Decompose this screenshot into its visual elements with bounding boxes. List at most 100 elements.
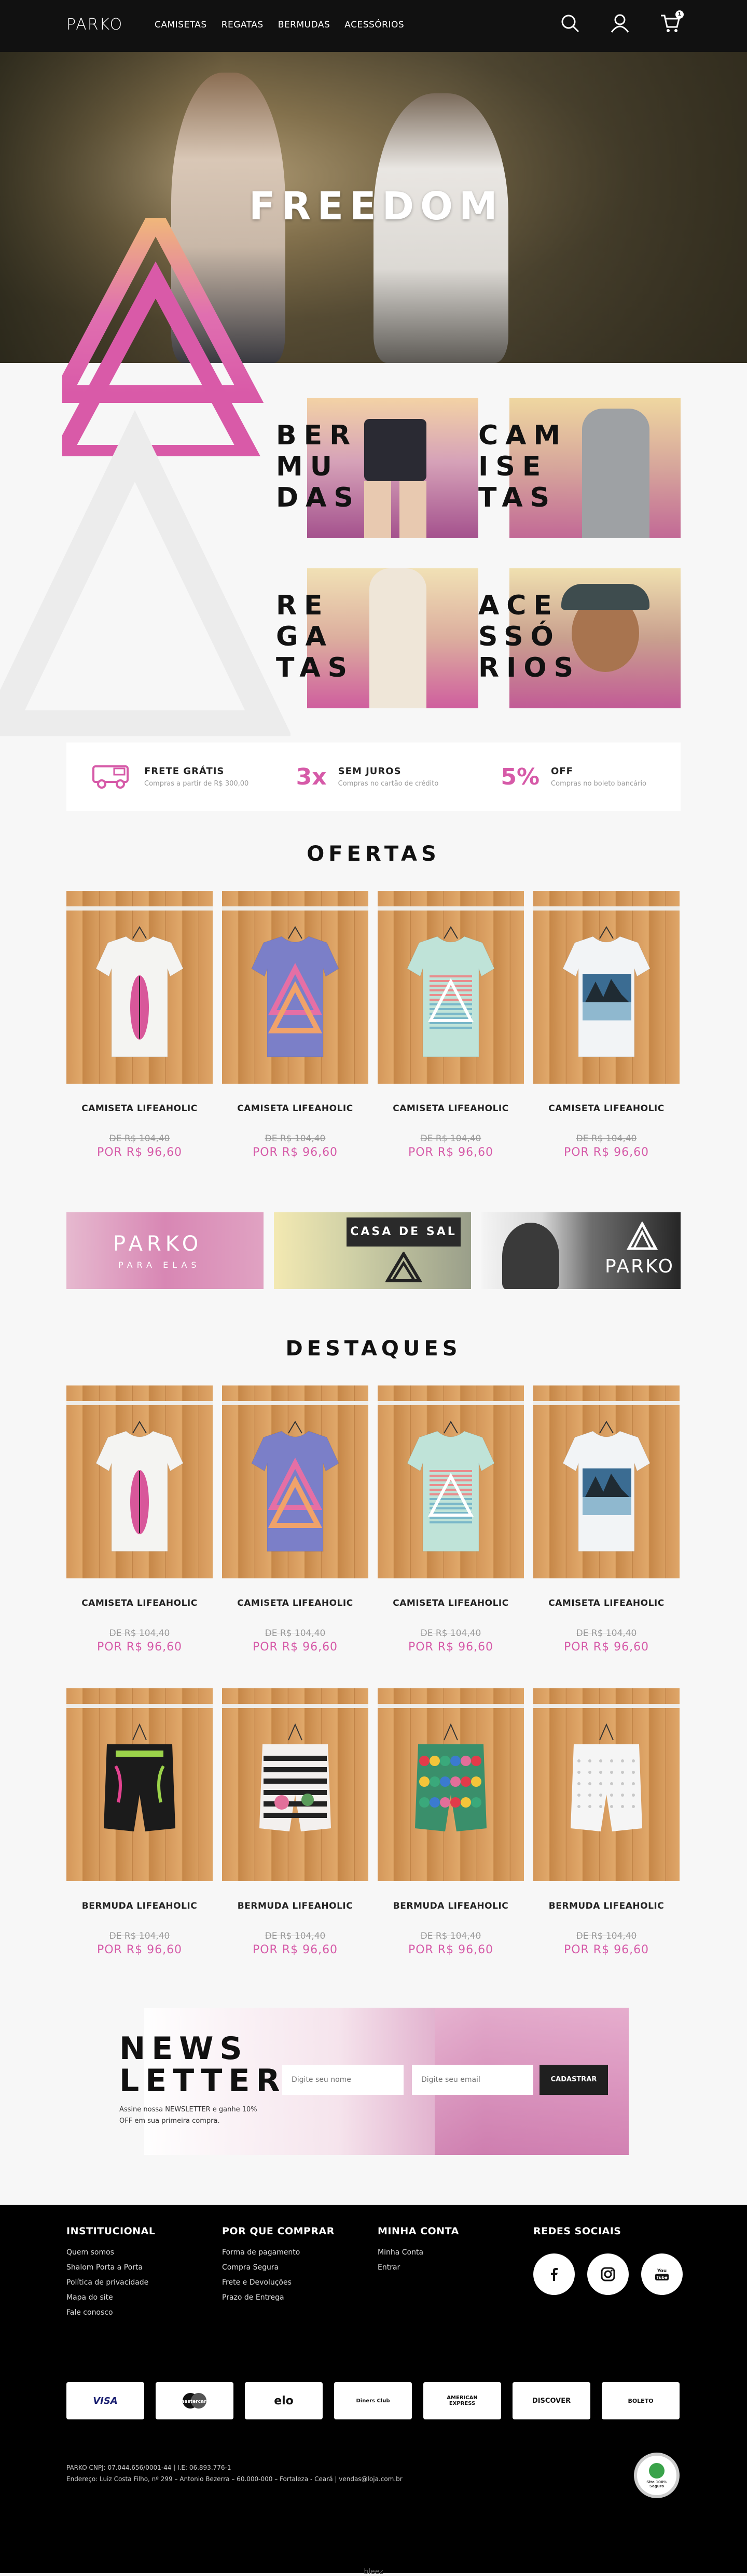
- product-image[interactable]: [533, 1688, 680, 1881]
- product-name[interactable]: CAMISETA LIFEAHOLIC: [533, 1103, 680, 1114]
- newsletter-submit-button[interactable]: CADASTRAR: [540, 2065, 608, 2095]
- product-price: POR R$ 96,60: [408, 1146, 494, 1159]
- category-bermudas[interactable]: BER MU DAS: [276, 398, 478, 538]
- footer-link[interactable]: Entrar: [378, 2263, 459, 2272]
- banner-title: PARKO: [605, 1256, 675, 1277]
- product-card[interactable]: CAMISETA LIFEAHOLIC DE R$ 104,40 POR R$ 96…: [378, 1385, 524, 1654]
- product-image[interactable]: [533, 1385, 680, 1578]
- product-card[interactable]: BERMUDA LIFEAHOLIC DE R$ 104,40 POR R$ 96,…: [222, 1688, 368, 1956]
- product-name[interactable]: CAMISETA LIFEAHOLIC: [378, 1598, 524, 1608]
- product-name[interactable]: CAMISETA LIFEAHOLIC: [222, 1598, 368, 1608]
- product-name[interactable]: BERMUDA LIFEAHOLIC: [533, 1901, 680, 1911]
- product-image[interactable]: [66, 1385, 213, 1578]
- product-old-price: DE R$ 104,40: [109, 1628, 170, 1639]
- newsletter-text: Assine nossa NEWSLETTER e ganhe 10% OFF …: [119, 2106, 257, 2125]
- product-price: POR R$ 96,60: [563, 1146, 649, 1159]
- nav-item-acessorios[interactable]: ACESSÓRIOS: [344, 20, 404, 30]
- category-label: CAM ISE TAS: [478, 420, 568, 513]
- mastercard-icon: mastercard: [156, 2382, 233, 2419]
- product-image[interactable]: [66, 1688, 213, 1881]
- product-price: POR R$ 96,60: [96, 1943, 183, 1956]
- product-name[interactable]: BERMUDA LIFEAHOLIC: [222, 1901, 368, 1911]
- product-old-price: DE R$ 104,40: [576, 1133, 637, 1144]
- logo[interactable]: PARKO: [66, 16, 123, 34]
- product-image[interactable]: [66, 891, 213, 1084]
- product-image[interactable]: [378, 1385, 524, 1578]
- benefits-bar: FRETE GRÁTIS Compras a partir de R$ 300,0…: [66, 743, 681, 811]
- product-old-price: DE R$ 104,40: [420, 1931, 481, 1941]
- product-image[interactable]: [222, 1385, 368, 1578]
- developer-credit[interactable]: bleez: [0, 2568, 747, 2576]
- nav-item-camisetas[interactable]: CAMISETAS: [155, 20, 207, 30]
- product-card[interactable]: CAMISETA LIFEAHOLIC DE R$ 104,40 POR R$ 96…: [378, 891, 524, 1159]
- triangle-logo-icon: [627, 1222, 658, 1250]
- product-price: POR R$ 96,60: [408, 1943, 494, 1956]
- banner-person: [502, 1223, 559, 1289]
- product-image[interactable]: [222, 1688, 368, 1881]
- background-triangle-watermark: [0, 410, 290, 736]
- footer-col-minha-conta: MINHA CONTA Minha Conta Entrar: [378, 2225, 459, 2278]
- product-image[interactable]: [378, 1688, 524, 1881]
- product-image[interactable]: [533, 891, 680, 1084]
- footer-col-title: INSTITUCIONAL: [66, 2225, 156, 2237]
- product-image[interactable]: [222, 891, 368, 1084]
- footer-link[interactable]: Mapa do site: [66, 2293, 155, 2302]
- footer-col-title: MINHA CONTA: [378, 2225, 459, 2237]
- footer-link[interactable]: Compra Segura: [222, 2263, 335, 2272]
- product-card[interactable]: CAMISETA LIFEAHOLIC DE R$ 104,40 POR R$ 96…: [222, 1385, 368, 1654]
- boleto-icon: BOLETO: [602, 2382, 680, 2419]
- product-old-price: DE R$ 104,40: [265, 1133, 326, 1144]
- footer-col-title: REDES SOCIAIS: [533, 2225, 621, 2237]
- footer-link[interactable]: Frete e Devoluções: [222, 2278, 335, 2287]
- product-card[interactable]: CAMISETA LIFEAHOLIC DE R$ 104,40 POR R$ 96…: [533, 891, 680, 1159]
- footer-link[interactable]: Minha Conta: [378, 2248, 459, 2257]
- banner-parko-brand[interactable]: PARKO: [481, 1212, 681, 1289]
- category-regatas[interactable]: RE GA TAS: [276, 568, 478, 708]
- user-icon[interactable]: [610, 13, 630, 33]
- category-camisetas[interactable]: CAM ISE TAS: [478, 398, 681, 538]
- youtube-icon[interactable]: You Tube: [641, 2253, 683, 2295]
- instagram-icon[interactable]: [587, 2253, 629, 2295]
- product-card[interactable]: CAMISETA LIFEAHOLIC DE R$ 104,40 POR R$ 96…: [533, 1385, 680, 1654]
- benefit-installments: 3x SEM JUROS Compras no cartão de crédito: [271, 764, 476, 790]
- nav-item-bermudas[interactable]: BERMUDAS: [278, 20, 330, 30]
- product-image[interactable]: [378, 891, 524, 1084]
- cart-icon[interactable]: 1: [660, 10, 684, 33]
- product-card[interactable]: CAMISETA LIFEAHOLIC DE R$ 104,40 POR R$ 96…: [66, 1385, 213, 1654]
- product-old-price: DE R$ 104,40: [576, 1628, 637, 1639]
- product-card[interactable]: BERMUDA LIFEAHOLIC DE R$ 104,40 POR R$ 96,…: [66, 1688, 213, 1956]
- newsletter-title: NEWS LETTER: [119, 2031, 286, 2099]
- truck-icon: [91, 761, 133, 792]
- product-name[interactable]: BERMUDA LIFEAHOLIC: [66, 1901, 213, 1911]
- footer-link[interactable]: Política de privacidade: [66, 2278, 155, 2287]
- product-name[interactable]: CAMISETA LIFEAHOLIC: [66, 1103, 213, 1114]
- footer-link[interactable]: Quem somos: [66, 2248, 155, 2257]
- product-card[interactable]: CAMISETA LIFEAHOLIC DE R$ 104,40 POR R$ 96…: [66, 891, 213, 1159]
- banner-casa-de-sal[interactable]: CASA DE SAL: [274, 1212, 471, 1289]
- secure-site-seal-icon[interactable]: Site 100% Seguro: [634, 2453, 680, 2498]
- footer-link[interactable]: Forma de pagamento: [222, 2248, 335, 2257]
- search-icon[interactable]: [560, 13, 580, 33]
- product-name[interactable]: CAMISETA LIFEAHOLIC: [66, 1598, 213, 1608]
- product-name[interactable]: CAMISETA LIFEAHOLIC: [222, 1103, 368, 1114]
- product-old-price: DE R$ 104,40: [420, 1628, 481, 1639]
- category-acessorios[interactable]: ACE SSÓ RIOS: [478, 568, 681, 708]
- footer-link[interactable]: Shalom Porta a Porta: [66, 2263, 155, 2272]
- footer-link[interactable]: Prazo de Entrega: [222, 2293, 335, 2302]
- newsletter-name-input[interactable]: [282, 2065, 404, 2095]
- elo-icon: elo: [245, 2382, 323, 2419]
- product-card[interactable]: BERMUDA LIFEAHOLIC DE R$ 104,40 POR R$ 96,…: [378, 1688, 524, 1956]
- product-name[interactable]: CAMISETA LIFEAHOLIC: [378, 1103, 524, 1114]
- product-name[interactable]: CAMISETA LIFEAHOLIC: [533, 1598, 680, 1608]
- product-old-price: DE R$ 104,40: [576, 1931, 637, 1941]
- facebook-icon[interactable]: [533, 2253, 575, 2295]
- product-card[interactable]: CAMISETA LIFEAHOLIC DE R$ 104,40 POR R$ 96…: [222, 891, 368, 1159]
- product-name[interactable]: BERMUDA LIFEAHOLIC: [378, 1901, 524, 1911]
- section-title-destaques: DESTAQUES: [285, 1337, 462, 1361]
- newsletter-email-input[interactable]: [412, 2065, 533, 2095]
- product-card[interactable]: BERMUDA LIFEAHOLIC DE R$ 104,40 POR R$ 96,…: [533, 1688, 680, 1956]
- footer-col-redes-sociais: REDES SOCIAIS: [533, 2225, 621, 2248]
- banner-parko-para-elas[interactable]: PARKO PARA ELAS: [66, 1212, 264, 1289]
- footer-link[interactable]: Fale conosco: [66, 2308, 155, 2317]
- nav-item-regatas[interactable]: REGATAS: [222, 20, 264, 30]
